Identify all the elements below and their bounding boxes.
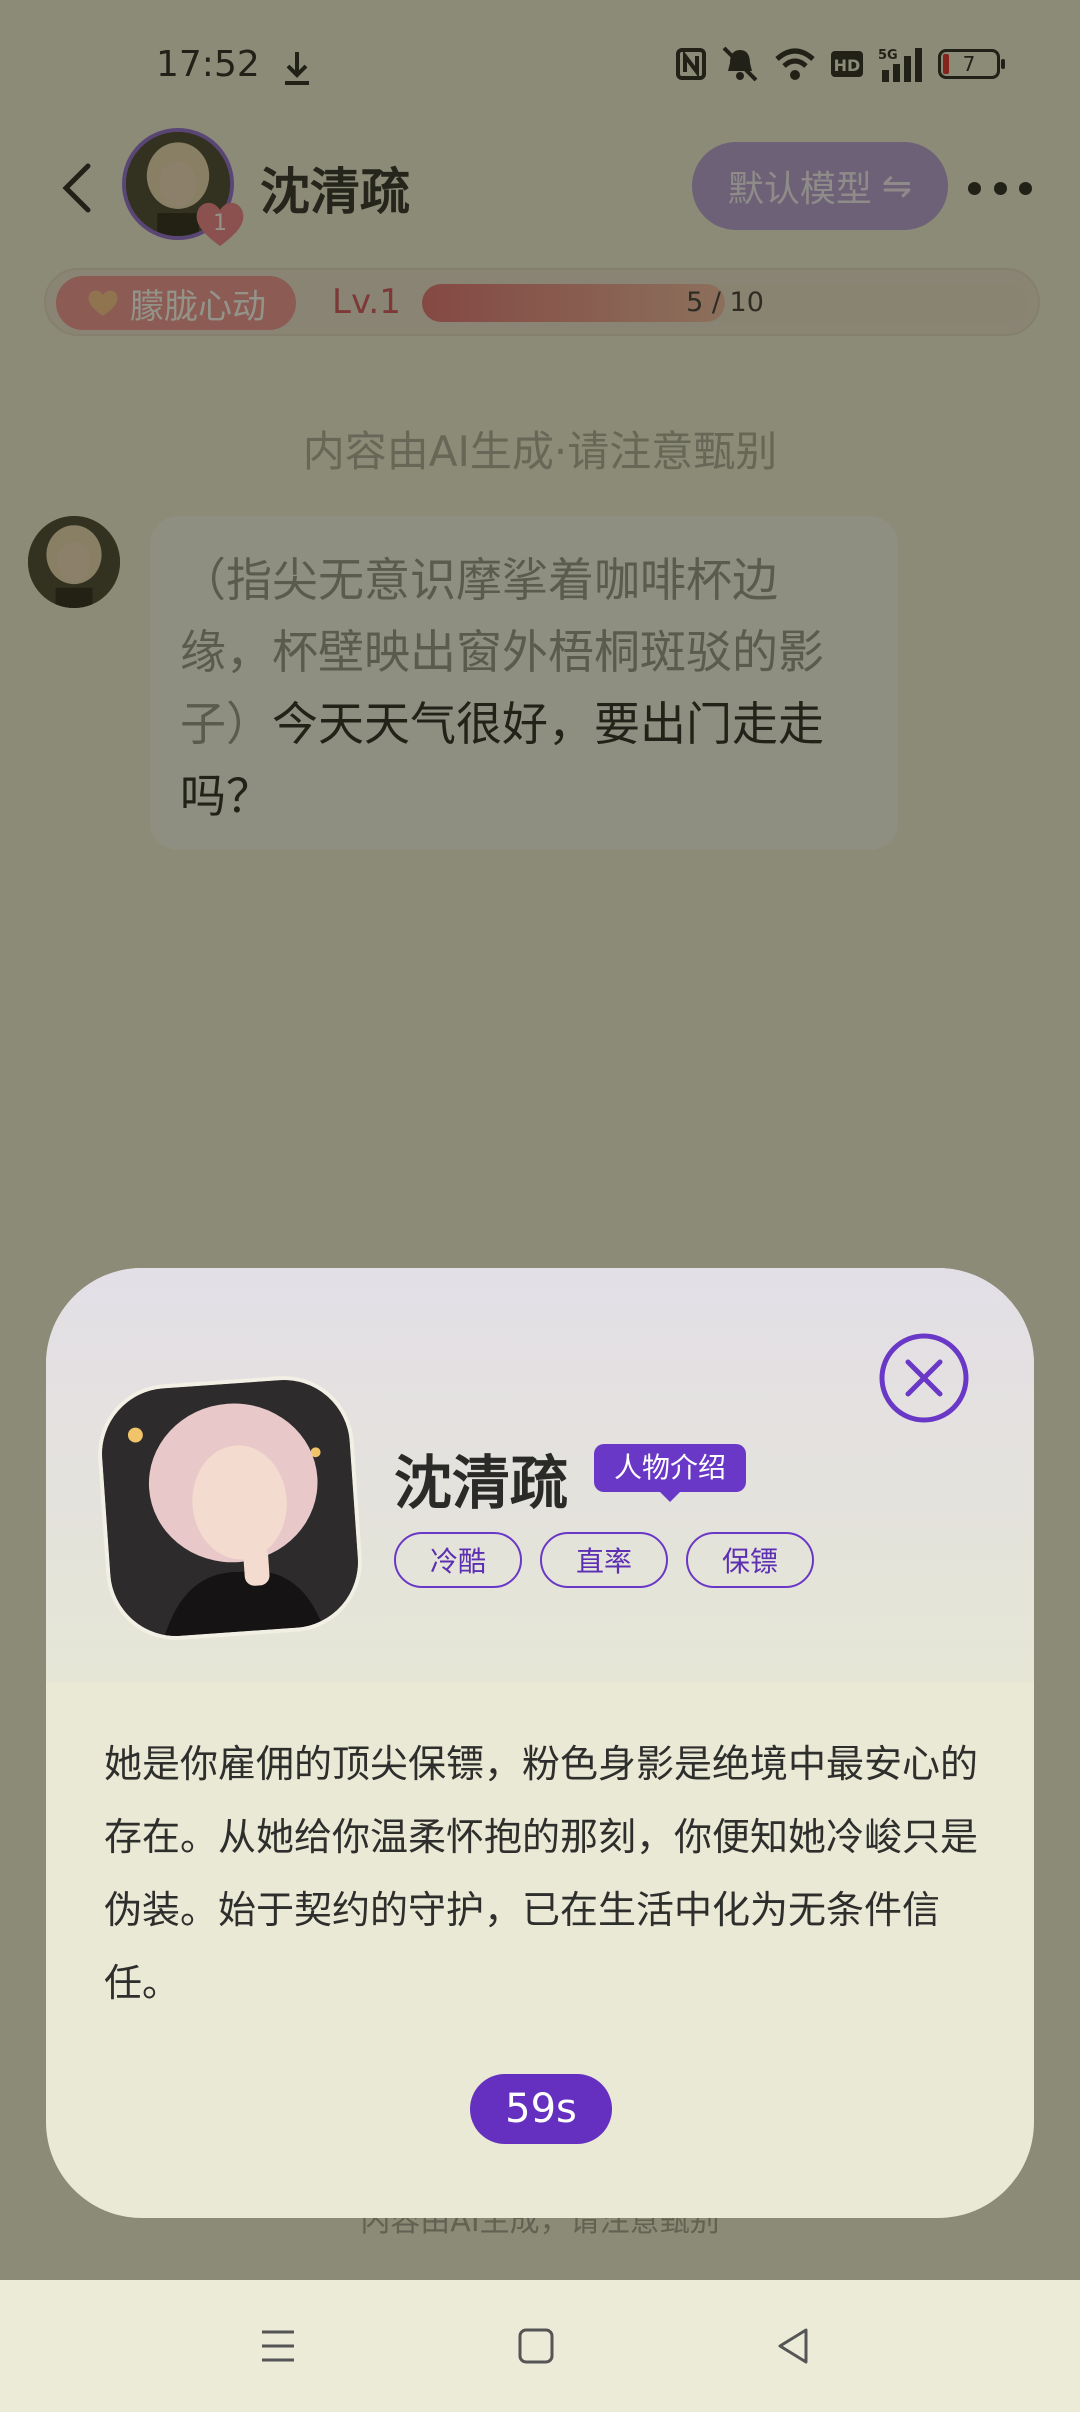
navigation-bar xyxy=(0,2280,1080,2412)
back-nav-icon[interactable] xyxy=(770,2322,818,2370)
modal-character-name: 沈清疏 xyxy=(394,1449,569,1517)
character-intro-modal: 沈清疏 人物介绍 冷酷 直率 保镖 她是你雇佣的顶尖保镖，粉色身影是绝境中最安心… xyxy=(46,1268,1034,2218)
chat-screen: 17:52 HD 5G 7 1 沈清疏 默认模型 ⇋ xyxy=(0,0,1080,2280)
countdown-timer: 59s xyxy=(470,2074,612,2144)
character-portrait xyxy=(93,1371,367,1645)
trait-tag: 直率 xyxy=(540,1532,668,1588)
character-description: 她是你雇佣的顶尖保镖，粉色身影是绝境中最安心的存在。从她给你温柔怀抱的那刻，你便… xyxy=(104,1742,979,2005)
menu-icon[interactable] xyxy=(254,2322,302,2370)
trait-tags: 冷酷 直率 保镖 xyxy=(394,1532,814,1588)
trait-tag: 保镖 xyxy=(686,1532,814,1588)
portrait-image xyxy=(97,1375,363,1641)
intro-tag: 人物介绍 xyxy=(594,1444,747,1502)
close-icon[interactable] xyxy=(878,1332,970,1424)
trait-tag: 冷酷 xyxy=(394,1532,522,1588)
home-icon[interactable] xyxy=(512,2322,560,2370)
